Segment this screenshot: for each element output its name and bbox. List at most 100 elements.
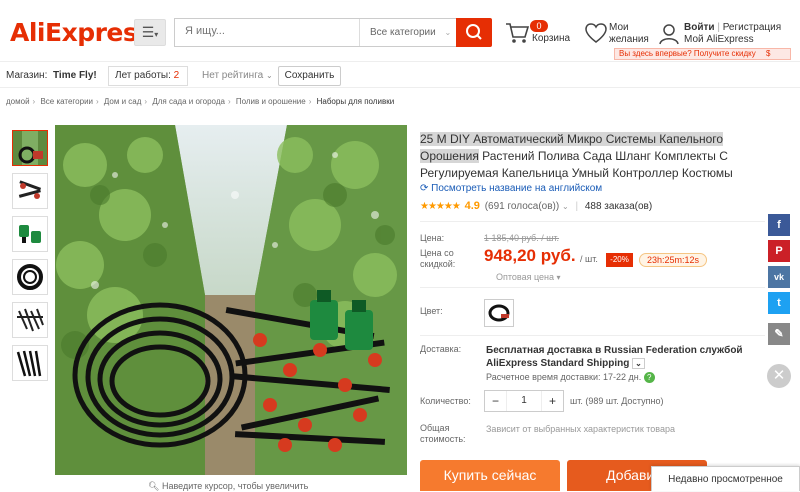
- thumbnail-3[interactable]: [12, 216, 48, 252]
- login-separator: |: [717, 22, 720, 33]
- search-bar: Все категории ⌄: [174, 18, 458, 47]
- thumbnail-4[interactable]: [12, 259, 48, 295]
- search-input[interactable]: [185, 25, 355, 37]
- zoom-icon: 🔍︎: [148, 481, 160, 491]
- cart-count-badge: 0: [530, 20, 548, 32]
- delivery-label: Доставка:: [420, 344, 462, 354]
- search-button[interactable]: [456, 18, 492, 47]
- zoom-hint-text: Наведите курсор, чтобы увеличить: [161, 481, 309, 491]
- total-label-1: Общая: [420, 423, 450, 433]
- register-link[interactable]: Регистрация: [723, 22, 781, 33]
- account-menu: Войти | Регистрация Мой AliExpress: [684, 22, 781, 46]
- breadcrumb: домой › Все категории › Дом и сад › Для сад…: [6, 97, 395, 106]
- quantity-stepper: − 1 +: [484, 390, 564, 412]
- store-label: Магазин:: [6, 70, 48, 81]
- discount-price-label: Цена со скидкой:: [420, 248, 455, 270]
- close-icon[interactable]: ✕: [767, 364, 791, 388]
- cart-label: Корзина: [532, 33, 571, 44]
- quantity-decrease-button[interactable]: −: [485, 391, 507, 411]
- rating-divider: |: [575, 201, 579, 212]
- main-product-image[interactable]: [55, 125, 407, 475]
- chevron-down-icon: ▾: [154, 30, 159, 39]
- store-years: Лет работы: 2: [108, 66, 188, 86]
- wishlist-label-1: Мои: [609, 22, 629, 33]
- chevron-down-icon: ▾: [556, 273, 561, 282]
- breadcrumb-home-garden[interactable]: Дом и сад: [104, 97, 142, 106]
- thumbnail-6[interactable]: [12, 345, 48, 381]
- order-count: 488 заказа(ов): [584, 201, 653, 212]
- quantity-value[interactable]: 1: [507, 395, 541, 406]
- wholesale-label: Оптовая цена: [496, 272, 554, 282]
- recently-viewed-tab[interactable]: Недавно просмотренное: [651, 466, 800, 491]
- breadcrumb-watering[interactable]: Полив и орошение: [236, 97, 306, 106]
- breadcrumb-all-categories[interactable]: Все категории: [40, 97, 93, 106]
- pinterest-icon[interactable]: P: [768, 240, 790, 262]
- twitter-icon[interactable]: t: [768, 292, 790, 314]
- facebook-icon[interactable]: f: [768, 214, 790, 236]
- store-rating[interactable]: Нет рейтинга ⌄: [202, 70, 273, 81]
- logo-text: AliExpress: [10, 18, 152, 47]
- wishlist-label-2: желания: [609, 34, 649, 45]
- search-icon: [466, 24, 482, 40]
- translate-link[interactable]: ⟳ Посмотреть название на английском: [420, 183, 602, 194]
- discount-price-label-1: Цена со: [420, 248, 454, 258]
- product-title: 25 M DIY Автоматический Микро Системы Ка…: [420, 131, 765, 182]
- login-link[interactable]: Войти: [684, 22, 715, 33]
- discount-badge: -20%: [606, 253, 633, 267]
- chevron-down-icon: ⌄: [632, 358, 645, 369]
- rating-votes: (691 голоса(ов)): [484, 201, 560, 212]
- store-rating-label: Нет рейтинга: [202, 70, 264, 81]
- store-years-label: Лет работы:: [115, 70, 171, 81]
- edit-icon[interactable]: ✎: [768, 323, 790, 345]
- wholesale-price-toggle[interactable]: Оптовая цена ▾: [496, 272, 561, 282]
- translate-icon: ⟳: [420, 183, 429, 194]
- menu-button[interactable]: ☰▾: [134, 19, 166, 46]
- store-years-value: 2: [173, 70, 180, 81]
- total-label: Общая стоимость:: [420, 423, 466, 445]
- total-value: Зависит от выбранных характеристик товар…: [486, 424, 675, 434]
- help-icon[interactable]: ?: [643, 372, 655, 383]
- old-price: 1 185,40 руб. / шт.: [484, 233, 560, 243]
- divider: [420, 221, 765, 222]
- total-label-2: стоимость:: [420, 434, 466, 444]
- thumbnail-2[interactable]: [12, 173, 48, 209]
- user-icon: [659, 24, 679, 45]
- translate-link-text: Посмотреть название на английском: [431, 183, 603, 194]
- dollar-icon: $: [765, 49, 771, 58]
- buy-now-button[interactable]: Купить сейчас: [420, 460, 560, 491]
- breadcrumb-home[interactable]: домой: [6, 97, 30, 106]
- aliexpress-logo[interactable]: AliExpress: [10, 18, 152, 47]
- rating-score: 4.9: [464, 200, 480, 212]
- vk-icon[interactable]: vk: [768, 266, 790, 288]
- color-label: Цвет:: [420, 306, 443, 316]
- available-stock: шт. (989 шт. Доступно): [570, 396, 664, 406]
- heart-icon[interactable]: [584, 22, 608, 44]
- delivery-time: Расчетное время доставки: 17-22 дн. ?: [486, 372, 655, 383]
- search-category-label: Все категории: [370, 27, 436, 38]
- product-rating[interactable]: ★★★★★ 4.9 (691 голоса(ов)) ⌄ | 488 заказ…: [420, 200, 652, 212]
- shipping-method[interactable]: Бесплатная доставка в Russian Federation…: [486, 344, 756, 370]
- hamburger-icon: ☰: [141, 24, 155, 40]
- delivery-time-text: Расчетное время доставки: 17-22 дн.: [486, 372, 642, 382]
- wishlist-link[interactable]: Мои желания: [609, 22, 649, 46]
- quantity-increase-button[interactable]: +: [541, 391, 563, 411]
- breadcrumb-current: Наборы для поливки: [316, 97, 395, 106]
- search-category-select[interactable]: Все категории ⌄: [359, 19, 457, 46]
- current-price: 948,20 руб.: [484, 246, 576, 265]
- color-option[interactable]: [484, 299, 514, 327]
- breadcrumb-garden[interactable]: Для сада и огорода: [152, 97, 225, 106]
- thumbnail-5[interactable]: [12, 302, 48, 338]
- price-unit: / шт.: [580, 254, 598, 264]
- quantity-label: Количество:: [420, 396, 471, 406]
- thumbnail-1[interactable]: [12, 130, 48, 166]
- shipping-text: Бесплатная доставка в Russian Federation…: [486, 345, 743, 369]
- price-label: Цена:: [420, 233, 445, 243]
- chevron-down-icon: ⌄: [265, 71, 273, 80]
- divider: [420, 335, 765, 336]
- divider: [420, 287, 765, 288]
- store-name[interactable]: Time Fly!: [53, 70, 97, 81]
- my-account-link[interactable]: Мой AliExpress: [684, 34, 781, 46]
- chevron-down-icon: ⌄: [561, 202, 569, 211]
- save-store-button[interactable]: Сохранить: [278, 66, 341, 86]
- new-user-promo[interactable]: Вы здесь впервые? Получите скидку $: [614, 48, 791, 60]
